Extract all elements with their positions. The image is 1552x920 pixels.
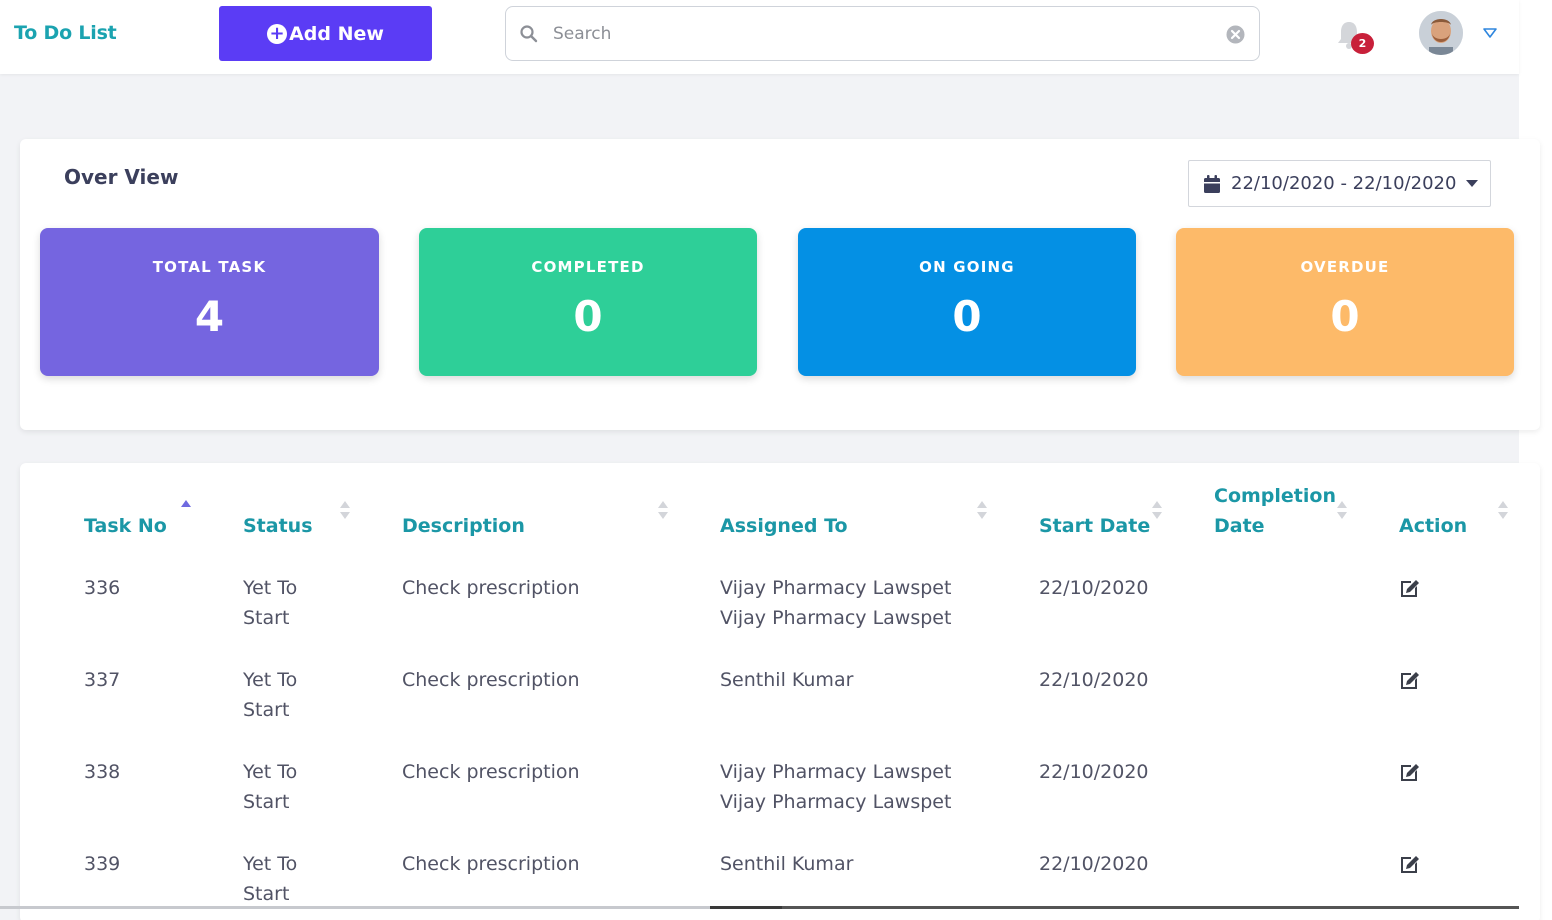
column-header-start-date[interactable]: Start Date [1039,511,1150,541]
cell-start-date: 22/10/2020 [1039,853,1149,875]
app-title[interactable]: To Do List [14,22,117,44]
assignee: Vijay Pharmacy Lawspet [720,791,952,813]
cell-assigned-to: Vijay Pharmacy Lawspet Vijay Pharmacy La… [720,757,951,817]
sort-icon[interactable] [977,499,987,521]
avatar-image [1419,11,1463,55]
cell-task-no: 336 [84,577,121,599]
column-header-task-no[interactable]: Task No [84,511,167,541]
cell-status: Yet To Start [243,573,297,633]
column-header-description[interactable]: Description [402,511,525,541]
date-range-picker[interactable]: 22/10/2020 - 22/10/2020 [1188,160,1491,207]
cell-assigned-to: Senthil Kumar [720,849,853,879]
search-box [505,6,1260,61]
cell-task-no: 337 [84,669,121,691]
status-line: Start [243,699,290,721]
cell-task-no: 339 [84,853,121,875]
sort-icon[interactable] [1152,499,1162,521]
cell-assigned-to: Senthil Kumar [720,665,853,695]
column-header-completion-date[interactable]: Completion Date [1214,481,1336,541]
completed-card[interactable]: COMPLETED 0 [419,228,757,376]
top-header: To Do List + Add New 2 [0,0,1519,74]
status-line: Start [243,791,290,813]
sort-icon[interactable] [1498,499,1508,521]
status-line: Yet To [243,577,298,599]
cell-description: Check prescription [402,577,580,599]
assignee: Vijay Pharmacy Lawspet [720,607,952,629]
cell-start-date: 22/10/2020 [1039,577,1149,599]
sort-icon[interactable] [658,499,668,521]
add-new-label: Add New [289,22,384,45]
overview-title: Over View [64,165,179,189]
calendar-icon [1204,174,1220,193]
stat-label: OVERDUE [1300,258,1390,276]
column-header-status[interactable]: Status [243,511,313,541]
date-range-text: 22/10/2020 - 22/10/2020 [1231,173,1457,194]
stat-label: TOTAL TASK [152,258,267,276]
sort-asc-icon[interactable] [181,497,191,519]
assignee: Vijay Pharmacy Lawspet [720,577,952,599]
scrollbar-thumb[interactable] [782,906,1519,909]
stat-label: ON GOING [919,258,1015,276]
scrollbar-segment[interactable] [710,906,782,909]
clear-circle-icon[interactable] [1225,24,1246,45]
cell-assigned-to: Vijay Pharmacy Lawspet Vijay Pharmacy La… [720,573,951,633]
overview-card: Over View 22/10/2020 - 22/10/2020 TOTAL … [20,139,1540,430]
sort-icon[interactable] [340,499,350,521]
search-input[interactable] [553,19,1193,49]
profile-dropdown-icon[interactable] [1482,26,1498,40]
cell-start-date: 22/10/2020 [1039,761,1149,783]
column-header-action[interactable]: Action [1399,511,1467,541]
status-line: Yet To [243,669,298,691]
cell-status: Yet To Start [243,849,297,909]
cell-status: Yet To Start [243,665,297,725]
cell-description: Check prescription [402,853,580,875]
column-header-assigned-to[interactable]: Assigned To [720,511,848,541]
stat-value: 0 [952,292,982,341]
stat-value: 4 [194,292,225,341]
task-table: Task No Status Description Assigned To S… [20,463,1540,920]
cell-start-date: 22/10/2020 [1039,669,1149,691]
cell-status: Yet To Start [243,757,297,817]
status-line: Start [243,883,290,905]
horizontal-scrollbar[interactable] [0,906,1519,909]
stat-label: COMPLETED [531,258,645,276]
assignee: Vijay Pharmacy Lawspet [720,761,952,783]
caret-down-icon [1466,179,1479,187]
add-new-button[interactable]: + Add New [219,6,432,61]
status-line: Yet To [243,853,298,875]
plus-circle-icon: + [267,23,288,44]
completion-line-2: Date [1214,515,1265,537]
cell-description: Check prescription [402,669,580,691]
completion-line-1: Completion [1214,485,1336,507]
stat-value: 0 [1330,292,1360,341]
user-avatar[interactable] [1419,11,1463,55]
edit-icon[interactable] [1398,761,1422,783]
notification-badge[interactable]: 2 [1351,33,1374,54]
status-line: Yet To [243,761,298,783]
stat-value: 0 [573,292,603,341]
overdue-card[interactable]: OVERDUE 0 [1176,228,1514,376]
cell-task-no: 338 [84,761,121,783]
status-line: Start [243,607,290,629]
edit-icon[interactable] [1398,577,1422,599]
sort-icon[interactable] [1337,499,1347,521]
on-going-card[interactable]: ON GOING 0 [798,228,1136,376]
assignee: Senthil Kumar [720,853,854,875]
edit-icon[interactable] [1398,669,1422,691]
assignee: Senthil Kumar [720,669,854,691]
total-task-card[interactable]: TOTAL TASK 4 [40,228,379,376]
search-icon [520,25,538,43]
cell-description: Check prescription [402,761,580,783]
edit-icon[interactable] [1398,853,1422,875]
